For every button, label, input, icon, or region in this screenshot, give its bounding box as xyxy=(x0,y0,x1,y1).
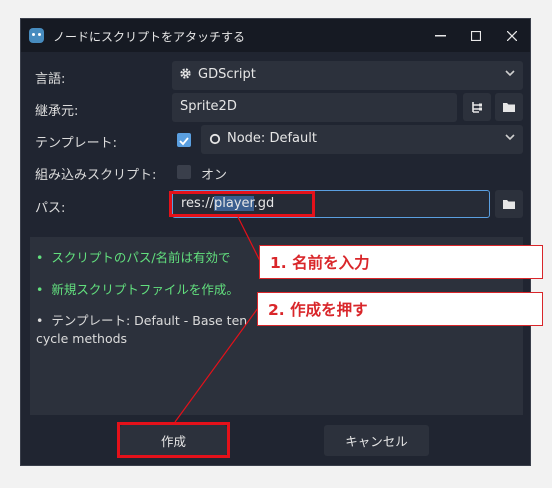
close-icon[interactable] xyxy=(494,19,530,52)
path-label: パス: xyxy=(35,201,66,216)
node-icon xyxy=(209,133,221,149)
gear-icon xyxy=(179,67,192,84)
maximize-icon[interactable] xyxy=(458,19,494,52)
path-highlight-box xyxy=(169,191,315,217)
info-template: • テンプレート: Default - Base ten xyxy=(36,313,248,328)
create-highlight-box xyxy=(117,422,230,458)
inherits-input[interactable]: Sprite2D xyxy=(172,93,457,122)
window-title: ノードにスクリプトをアタッチする xyxy=(53,30,246,44)
builtin-checkbox[interactable] xyxy=(177,165,191,179)
template-dropdown[interactable]: Node: Default xyxy=(201,125,523,154)
template-value: Node: Default xyxy=(227,131,317,146)
godot-icon xyxy=(29,28,44,43)
cancel-button[interactable]: キャンセル xyxy=(324,425,429,456)
inherits-label: 継承元: xyxy=(35,104,79,119)
minimize-icon[interactable] xyxy=(422,19,458,52)
language-value: GDScript xyxy=(198,67,256,82)
attach-script-dialog: ノードにスクリプトをアタッチする 言語: GDScript 継承元: Sprit… xyxy=(20,18,531,466)
language-dropdown[interactable]: GDScript xyxy=(172,61,523,90)
callout-enter-name: 1. 名前を入力 xyxy=(259,245,543,279)
chevron-down-icon xyxy=(505,130,515,147)
builtin-value[interactable]: オン xyxy=(201,164,227,183)
folder-icon[interactable] xyxy=(495,93,523,121)
info-new-file: • 新規スクリプトファイルを作成。 xyxy=(36,282,239,297)
info-template-cont: cycle methods xyxy=(36,331,128,346)
builtin-label: 組み込みスクリプト: xyxy=(35,168,157,183)
template-checkbox[interactable] xyxy=(177,133,191,147)
folder-icon[interactable] xyxy=(495,190,523,218)
inherits-value: Sprite2D xyxy=(180,99,237,114)
node-tree-icon[interactable] xyxy=(463,93,491,121)
template-label: テンプレート: xyxy=(35,136,117,151)
language-label: 言語: xyxy=(35,72,66,87)
title-bar[interactable]: ノードにスクリプトをアタッチする xyxy=(21,19,530,52)
info-valid-path: • スクリプトのパス/名前は有効で xyxy=(36,250,231,265)
chevron-down-icon xyxy=(505,66,515,83)
callout-press-create: 2. 作成を押す xyxy=(257,292,543,326)
